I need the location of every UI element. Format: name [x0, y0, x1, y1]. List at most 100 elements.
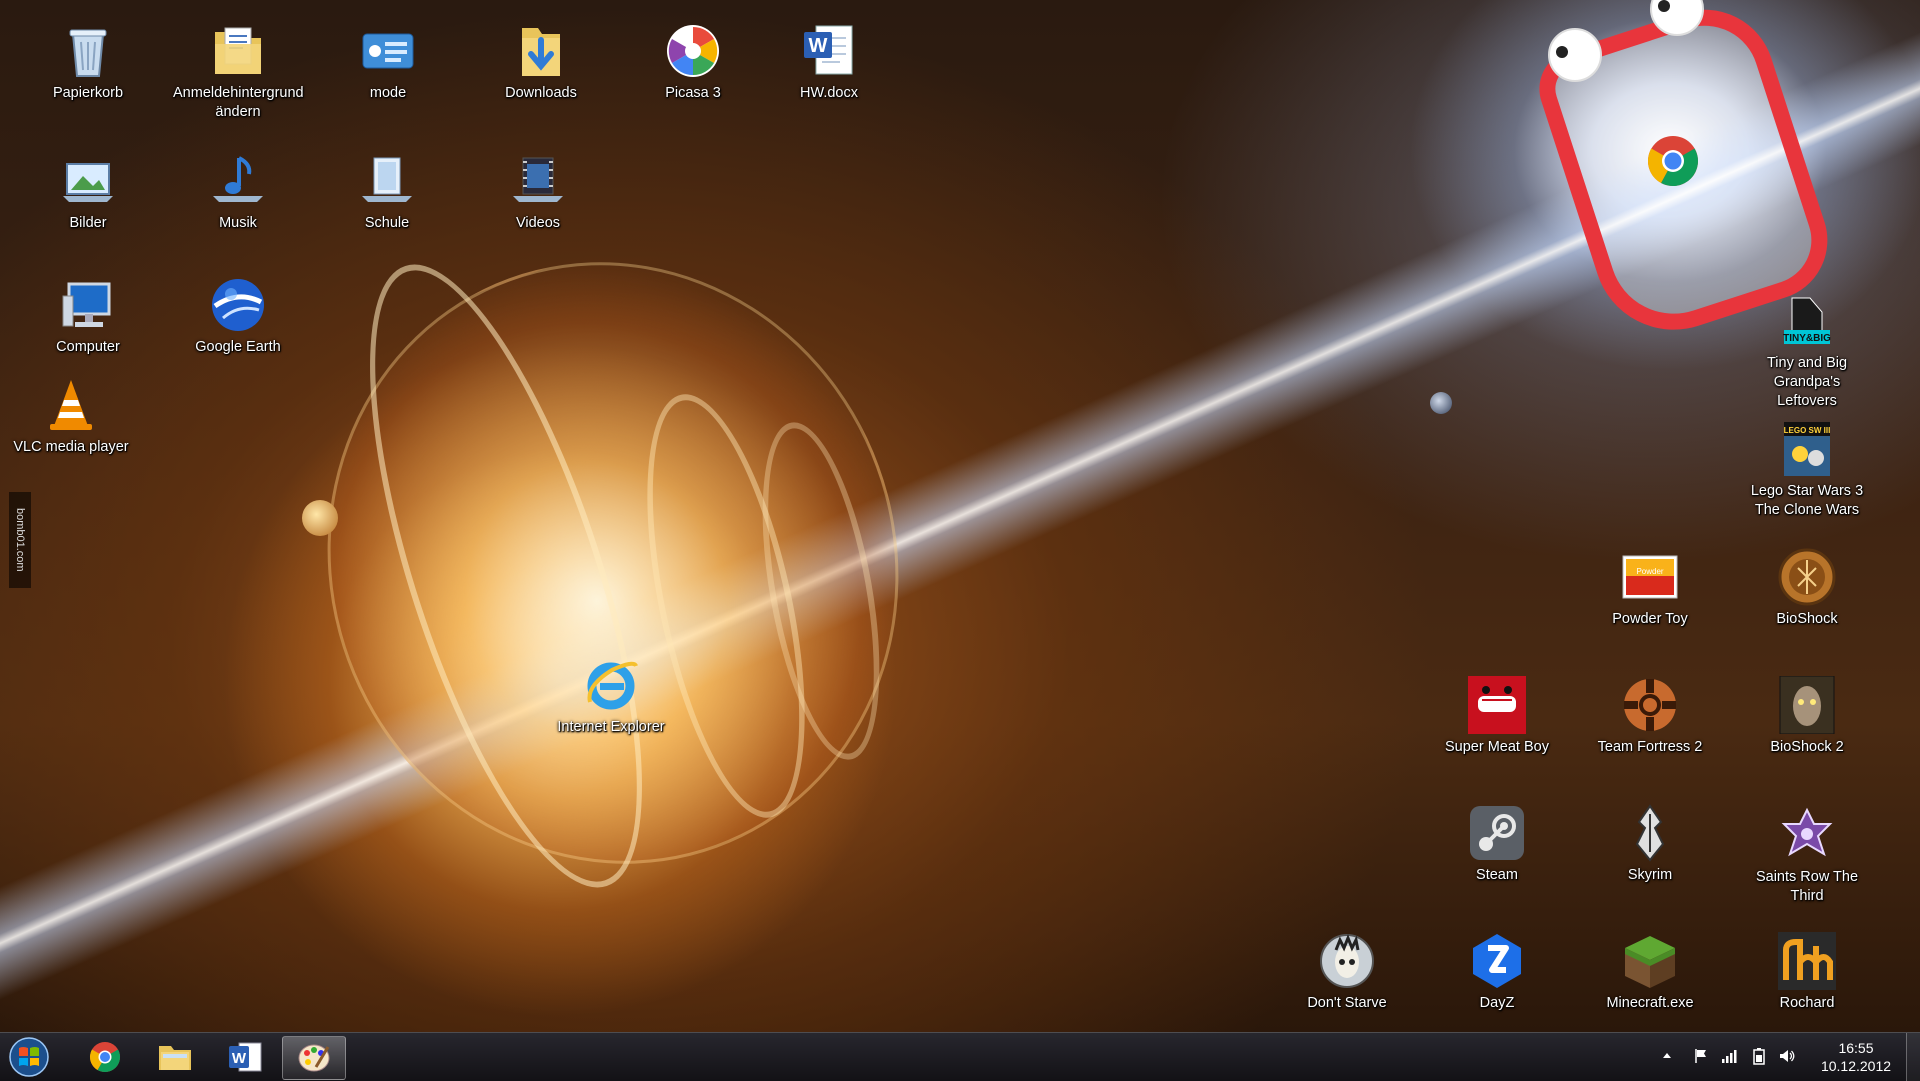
rochard-icon: [1778, 932, 1836, 990]
google-earth-icon: [209, 276, 267, 334]
clock-date: 10.12.2012: [1820, 1058, 1892, 1074]
desktop-icon-skyrim[interactable]: Skyrim: [1585, 804, 1715, 885]
music-library-icon: [209, 152, 267, 210]
mode-settings-icon: [359, 22, 417, 80]
desktop-icon-dayz[interactable]: DayZ: [1432, 932, 1562, 1013]
icon-label: Saints Row The Third: [1755, 869, 1859, 904]
skyrim-icon: [1621, 804, 1679, 862]
desktop-icon-computer[interactable]: Computer: [23, 276, 153, 357]
desktop-icon-google-earth[interactable]: Google Earth: [173, 276, 303, 357]
desktop-icon-vlc[interactable]: VLC media player: [6, 376, 136, 457]
word-document-icon: W: [800, 22, 858, 80]
icon-label: Internet Explorer: [557, 719, 665, 735]
action-center-flag-icon[interactable]: [1692, 1047, 1710, 1065]
lego-star-wars-icon: LEGO SW III: [1778, 420, 1836, 478]
desktop-icon-schule[interactable]: Schule: [322, 152, 452, 233]
taskbar-paint-button[interactable]: [282, 1036, 346, 1080]
folder-document-icon: [209, 22, 267, 80]
desktop[interactable]: bomb01.com Papierkorb Anmeldehintergrund…: [0, 0, 1920, 1032]
desktop-icon-picasa[interactable]: Picasa 3: [628, 22, 758, 103]
chrome-icon: [89, 1042, 121, 1073]
desktop-icon-tiny-and-big[interactable]: TINY&BIG Tiny and Big Grandpa's Leftover…: [1742, 292, 1872, 411]
desktop-icon-hw-docx[interactable]: W HW.docx: [764, 22, 894, 103]
icon-label: HW.docx: [799, 85, 858, 101]
desktop-icon-rochard[interactable]: Rochard: [1742, 932, 1872, 1013]
taskbar-word-button[interactable]: W: [214, 1036, 276, 1078]
icon-label: Schule: [364, 215, 410, 231]
icon-label: DayZ: [1479, 995, 1515, 1011]
paint-icon: [298, 1044, 330, 1072]
icon-label: Downloads: [505, 85, 577, 101]
icon-label: Powder Toy: [1612, 611, 1688, 627]
videos-library-icon: [509, 152, 567, 210]
vlc-icon: [42, 376, 100, 434]
desktop-icon-anmeldehintergrund[interactable]: Anmeldehintergrund ändern: [173, 22, 304, 122]
super-meat-boy-icon: [1468, 676, 1526, 734]
battery-icon[interactable]: [1750, 1047, 1768, 1065]
taskbar-chrome-button[interactable]: [74, 1036, 136, 1078]
network-signal-icon[interactable]: [1720, 1047, 1738, 1065]
dayz-icon: [1468, 932, 1526, 990]
icon-label: Super Meat Boy: [1445, 739, 1549, 755]
pictures-library-icon: [59, 152, 117, 210]
volume-icon[interactable]: [1778, 1047, 1796, 1065]
desktop-icon-bioshock[interactable]: BioShock: [1742, 548, 1872, 629]
icon-label: mode: [369, 85, 407, 101]
icon-label: Team Fortress 2: [1597, 739, 1703, 755]
show-desktop-button[interactable]: [1906, 1033, 1920, 1081]
desktop-icon-powder-toy[interactable]: Powder Powder Toy: [1585, 548, 1715, 629]
desktop-icon-mode[interactable]: mode: [323, 22, 453, 103]
word-icon: W: [229, 1042, 262, 1072]
minecraft-icon: [1621, 932, 1679, 990]
desktop-icon-lego-star-wars[interactable]: LEGO SW III Lego Star Wars 3 The Clone W…: [1742, 420, 1872, 520]
recycle-bin-icon: [59, 22, 117, 80]
svg-text:Powder: Powder: [1636, 567, 1663, 576]
icon-label: Minecraft.exe: [1606, 995, 1694, 1011]
internet-explorer-icon: [582, 656, 640, 714]
start-button[interactable]: [8, 1036, 50, 1078]
downloads-folder-icon: [512, 22, 570, 80]
desktop-icon-bioshock-2[interactable]: BioShock 2: [1742, 676, 1872, 757]
explorer-folder-icon: [159, 1046, 191, 1070]
icon-label: Steam: [1476, 867, 1518, 883]
desktop-icon-saints-row[interactable]: Saints Row The Third: [1742, 806, 1872, 906]
desktop-icon-internet-explorer[interactable]: Internet Explorer: [546, 656, 676, 737]
powder-toy-icon: Powder: [1621, 548, 1679, 606]
icon-label: Anmeldehintergrund ändern: [173, 85, 304, 120]
system-clock[interactable]: 16:55 10.12.2012: [1806, 1039, 1906, 1075]
wallpaper-moon: [1430, 392, 1452, 414]
team-fortress-2-icon: [1621, 676, 1679, 734]
icon-label: Musik: [219, 215, 257, 231]
desktop-icon-dont-starve[interactable]: Don't Starve: [1282, 932, 1412, 1013]
desktop-icon-videos[interactable]: Videos: [473, 152, 603, 233]
clock-time: 16:55: [1838, 1040, 1874, 1056]
icon-label: Papierkorb: [52, 85, 124, 101]
steam-icon: [1468, 804, 1526, 862]
desktop-icon-super-meat-boy[interactable]: Super Meat Boy: [1432, 676, 1562, 757]
svg-text:W: W: [809, 35, 828, 57]
computer-icon: [59, 276, 117, 334]
icon-label: Picasa 3: [665, 85, 721, 101]
desktop-icon-downloads[interactable]: Downloads: [476, 22, 606, 103]
desktop-icon-team-fortress-2[interactable]: Team Fortress 2: [1585, 676, 1715, 757]
icon-label: VLC media player: [13, 439, 129, 455]
bioshock-icon: [1778, 548, 1836, 606]
desktop-icon-steam[interactable]: Steam: [1432, 804, 1562, 885]
svg-text:TINY&BIG: TINY&BIG: [1783, 333, 1831, 344]
desktop-icon-bilder[interactable]: Bilder: [23, 152, 153, 233]
picasa-icon: [664, 22, 722, 80]
wallpaper-moon: [302, 500, 338, 536]
desktop-icon-musik[interactable]: Musik: [173, 152, 303, 233]
desktop-icon-recycle-bin[interactable]: Papierkorb: [23, 22, 153, 103]
svg-text:LEGO SW III: LEGO SW III: [1784, 426, 1831, 435]
desktop-icon-minecraft[interactable]: Minecraft.exe: [1585, 932, 1715, 1013]
icon-label: Tiny and Big Grandpa's Leftovers: [1766, 355, 1848, 409]
taskbar-explorer-button[interactable]: [144, 1036, 206, 1078]
chrome-mascot-eye: [1548, 28, 1602, 82]
icon-label: BioShock: [1776, 611, 1838, 627]
side-watermark: bomb01.com: [9, 492, 31, 588]
dont-starve-icon: [1318, 932, 1376, 990]
chrome-logo-icon: [1648, 136, 1698, 187]
show-hidden-icons-icon[interactable]: [1658, 1047, 1676, 1065]
saints-row-icon: [1778, 806, 1836, 864]
